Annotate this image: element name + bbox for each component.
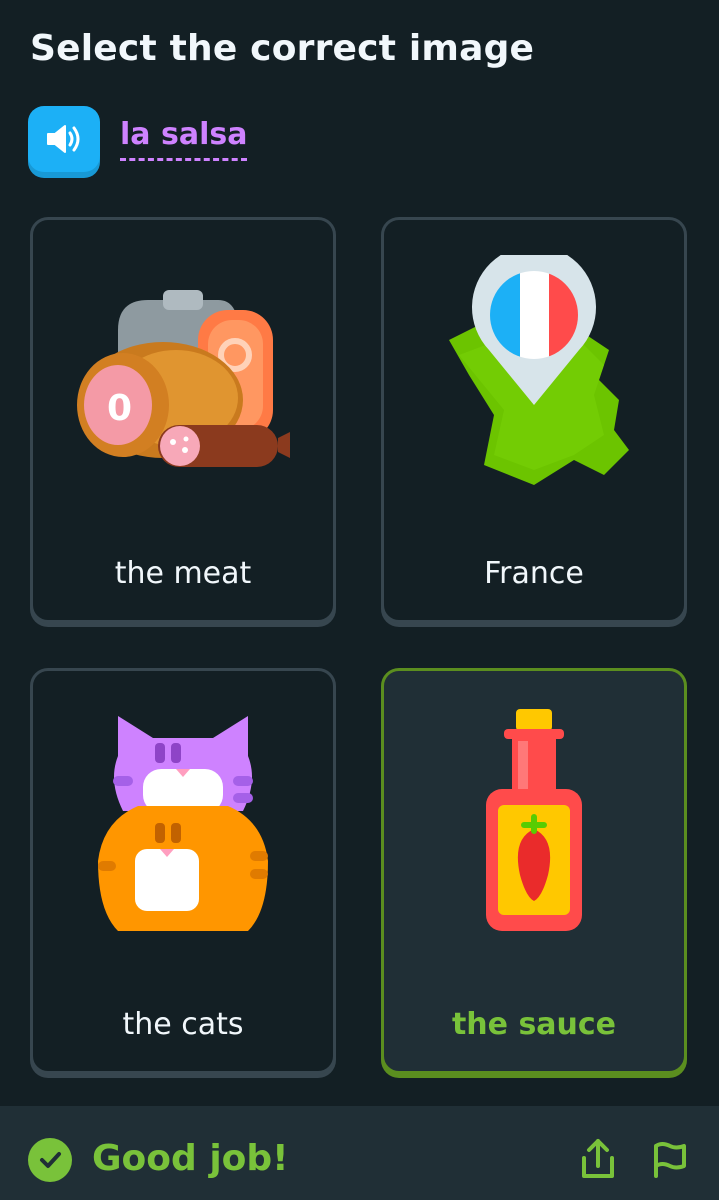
prompt-word[interactable]: la salsa — [120, 117, 248, 161]
meat-illustration: 0 — [33, 220, 333, 520]
svg-text:0: 0 — [107, 388, 132, 429]
option-card-cats[interactable]: the cats — [30, 668, 336, 1074]
option-label: the meat — [114, 556, 252, 591]
flag-icon — [654, 1142, 686, 1178]
feedback-message: Good job! — [92, 1138, 289, 1179]
speaker-button[interactable] — [28, 106, 100, 172]
prompt-row: la salsa — [28, 103, 248, 175]
share-button[interactable] — [576, 1134, 620, 1184]
share-icon — [582, 1139, 614, 1178]
feedback-banner: Good job! — [0, 1106, 719, 1200]
option-label: the cats — [122, 1007, 244, 1042]
page-title: Select the correct image — [30, 28, 535, 69]
exercise-screen: Select the correct image la salsa 0 the … — [0, 0, 719, 1200]
option-label: the sauce — [451, 1007, 617, 1042]
option-card-meat[interactable]: 0 the meat — [30, 217, 336, 623]
hot-sauce-illustration — [384, 671, 684, 971]
checkmark-icon — [28, 1138, 72, 1182]
option-card-sauce[interactable]: the sauce — [381, 668, 687, 1074]
france-map-illustration — [384, 220, 684, 520]
cats-illustration — [33, 671, 333, 971]
report-button[interactable] — [648, 1134, 692, 1184]
option-label: France — [484, 556, 584, 591]
option-card-france[interactable]: France — [381, 217, 687, 623]
speaker-icon — [47, 125, 80, 153]
